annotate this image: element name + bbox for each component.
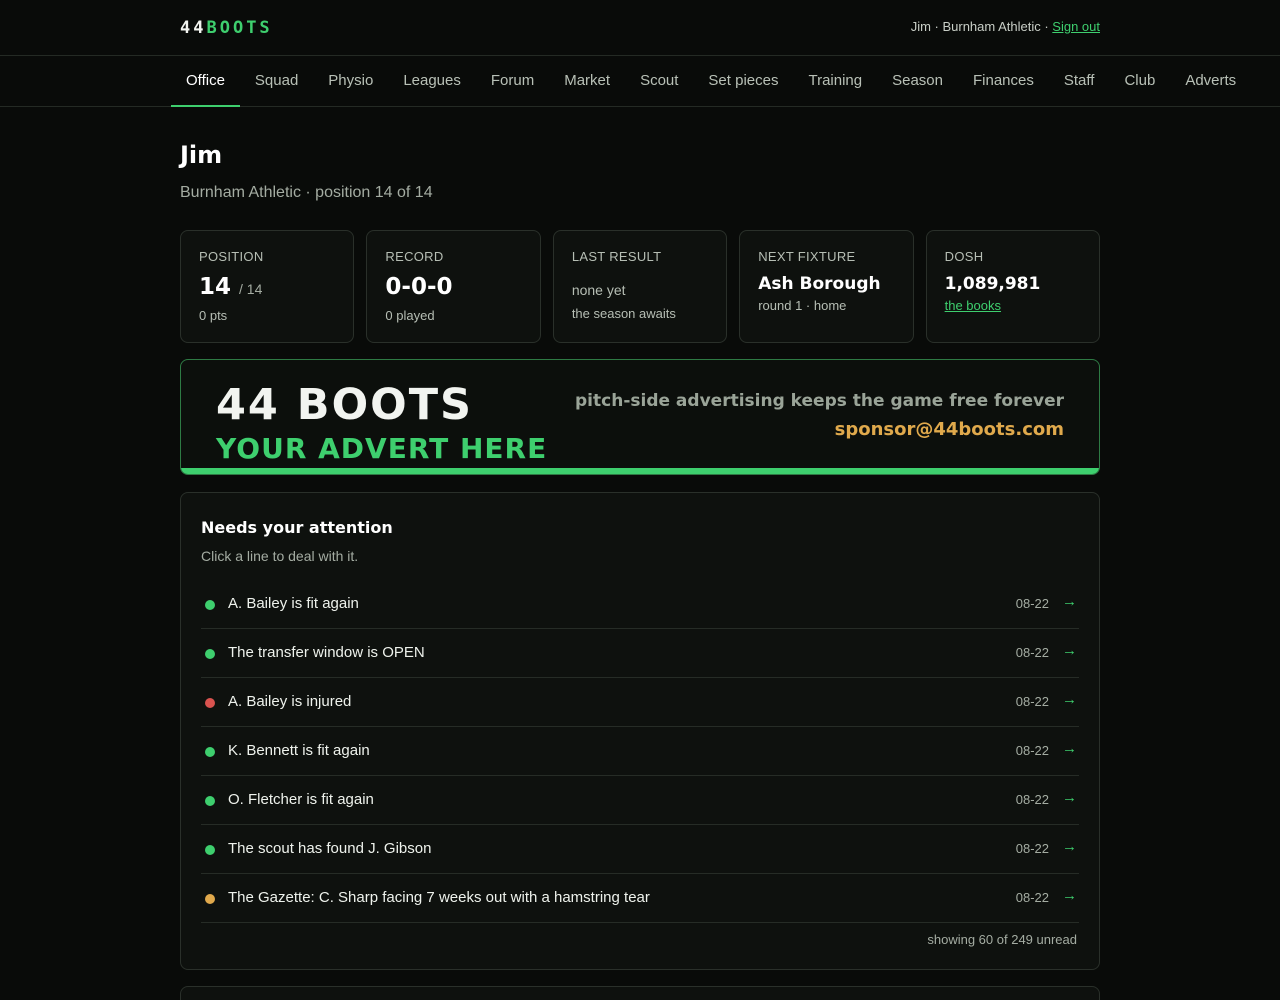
attention-text: K. Bennett is fit again <box>228 742 370 759</box>
logo-number: 44 <box>180 18 207 38</box>
attention-date: 08-22 <box>1015 890 1049 905</box>
attention-text: O. Fletcher is fit again <box>228 791 374 808</box>
status-dot-amber <box>205 894 215 904</box>
attention-date: 08-22 <box>1015 841 1049 856</box>
logo-word: BOOTS <box>206 18 273 38</box>
position-of: / 14 <box>239 281 263 297</box>
attention-text: A. Bailey is injured <box>228 693 352 710</box>
attention-item[interactable]: A. Bailey is fit again 08-22 → <box>201 580 1079 629</box>
attention-date: 08-22 <box>1015 743 1049 758</box>
user-info: Jim · Burnham Athletic · Sign out <box>911 19 1100 34</box>
nav-item-physio[interactable]: Physio <box>313 56 388 107</box>
attention-item[interactable]: O. Fletcher is fit again 08-22 → <box>201 776 1079 825</box>
arrow-right-icon: → <box>1062 887 1077 904</box>
attention-item[interactable]: The scout has found J. Gibson 08-22 → <box>201 825 1079 874</box>
nav-item-scout[interactable]: Scout <box>625 56 693 107</box>
stat-sub: the books <box>945 298 1081 313</box>
stat-value: 1,089,981 <box>944 274 1041 294</box>
nav-item-training[interactable]: Training <box>793 56 877 107</box>
stat-sub: 0 played <box>385 308 435 323</box>
attention-item[interactable]: A. Bailey is injured 08-22 → <box>201 678 1079 727</box>
attention-date: 08-22 <box>1015 792 1049 807</box>
main-nav: Office Squad Physio Leagues Forum Market… <box>0 56 1280 107</box>
attention-panel: Needs your attention Click a line to dea… <box>180 492 1100 970</box>
page-subtitle: Burnham Athletic · position 14 of 14 <box>180 184 433 201</box>
stat-card-next-fixture: NEXT FIXTURE Ash Borough round 1 · home <box>739 230 914 343</box>
stat-value: 14 / 14 <box>199 274 335 300</box>
attention-list: A. Bailey is fit again 08-22 → The trans… <box>201 580 1079 923</box>
stat-label: NEXT FIXTURE <box>758 249 856 264</box>
attention-item[interactable]: The transfer window is OPEN 08-22 → <box>201 629 1079 678</box>
status-dot-green <box>205 600 215 610</box>
next-panel <box>180 986 1100 1000</box>
advert-brand: 44 BOOTS <box>216 380 473 430</box>
advert-banner[interactable]: 44 BOOTS YOUR ADVERT HERE pitch-side adv… <box>180 359 1100 475</box>
stat-value: Ash Borough <box>758 274 881 294</box>
nav-item-leagues[interactable]: Leagues <box>388 56 476 107</box>
stats-row: POSITION 14 / 14 0 pts RECORD 0-0-0 0 pl… <box>180 230 1101 343</box>
stat-value: 0-0-0 <box>385 274 453 300</box>
attention-date: 08-22 <box>1015 645 1049 660</box>
status-dot-green <box>205 747 215 757</box>
stat-label: POSITION <box>199 249 264 264</box>
user-text: Jim · Burnham Athletic · <box>910 19 1053 34</box>
attention-subtitle: Click a line to deal with it. <box>201 548 359 564</box>
nav-item-market[interactable]: Market <box>549 56 625 107</box>
attention-date: 08-22 <box>1015 596 1049 611</box>
attention-text: The transfer window is OPEN <box>228 644 425 661</box>
top-bar: 44BOOTS Jim · Burnham Athletic · Sign ou… <box>0 0 1280 56</box>
logo[interactable]: 44BOOTS <box>180 18 273 38</box>
status-dot-red <box>205 698 215 708</box>
advert-cta: YOUR ADVERT HERE <box>216 432 548 465</box>
arrow-right-icon: → <box>1062 642 1077 659</box>
advert-accent-bar <box>181 468 1099 474</box>
stat-label: DOSH <box>944 249 984 264</box>
stat-value: none yet <box>571 282 626 298</box>
attention-item[interactable]: The Gazette: C. Sharp facing 7 weeks out… <box>201 874 1079 923</box>
attention-footer: showing 60 of 249 unread <box>927 932 1077 947</box>
stat-card-position: POSITION 14 / 14 0 pts <box>180 230 355 343</box>
stat-card-record: RECORD 0-0-0 0 played <box>366 230 541 343</box>
position-value: 14 <box>199 274 232 300</box>
stat-sub: the season awaits <box>571 306 676 321</box>
sign-out-link[interactable]: Sign out <box>1052 19 1100 34</box>
stat-card-dosh: DOSH 1,089,981 the books <box>925 230 1101 343</box>
arrow-right-icon: → <box>1062 691 1077 708</box>
nav-item-adverts[interactable]: Adverts <box>1170 56 1251 107</box>
nav-item-forum[interactable]: Forum <box>476 56 549 107</box>
attention-title: Needs your attention <box>201 518 393 537</box>
attention-item[interactable]: K. Bennett is fit again 08-22 → <box>201 727 1079 776</box>
advert-tagline: pitch-side advertising keeps the game fr… <box>575 391 1064 411</box>
attention-date: 08-22 <box>1015 694 1049 709</box>
arrow-right-icon: → <box>1062 838 1077 855</box>
stat-label: LAST RESULT <box>571 249 662 264</box>
nav-item-squad[interactable]: Squad <box>240 56 313 107</box>
nav-item-set-pieces[interactable]: Set pieces <box>693 56 793 107</box>
nav-item-finances[interactable]: Finances <box>958 56 1049 107</box>
arrow-right-icon: → <box>1062 740 1077 757</box>
nav-item-staff[interactable]: Staff <box>1049 56 1110 107</box>
stat-card-last-result: LAST RESULT none yet the season awaits <box>552 230 728 343</box>
nav-item-club[interactable]: Club <box>1109 56 1170 107</box>
stat-label: RECORD <box>385 249 444 264</box>
status-dot-green <box>205 845 215 855</box>
arrow-right-icon: → <box>1062 789 1077 806</box>
attention-text: The Gazette: C. Sharp facing 7 weeks out… <box>228 889 650 906</box>
attention-text: A. Bailey is fit again <box>228 595 359 612</box>
stat-sub: round 1 · home <box>758 298 847 313</box>
arrow-right-icon: → <box>1062 593 1077 610</box>
advert-email[interactable]: sponsor@44boots.com <box>835 419 1064 440</box>
status-dot-green <box>205 796 215 806</box>
page-title: Jim <box>180 141 223 169</box>
attention-text: The scout has found J. Gibson <box>228 840 432 857</box>
books-link[interactable]: the books <box>945 298 1001 313</box>
stat-sub: 0 pts <box>199 308 228 323</box>
status-dot-green <box>205 649 215 659</box>
nav-item-season[interactable]: Season <box>877 56 958 107</box>
nav-item-office[interactable]: Office <box>171 56 240 107</box>
